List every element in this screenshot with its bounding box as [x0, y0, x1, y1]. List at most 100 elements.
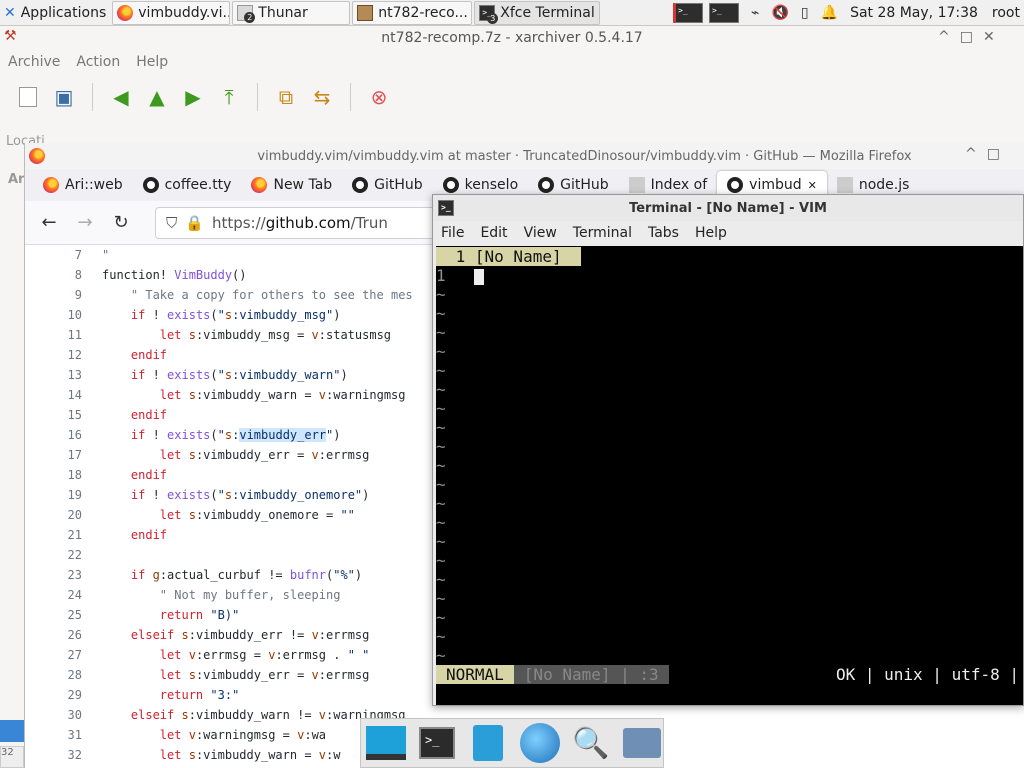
line-number[interactable]: 28 — [25, 668, 102, 682]
line-number[interactable]: 15 — [25, 408, 102, 422]
menu-help[interactable]: Help — [687, 225, 735, 241]
close-icon[interactable]: ✕ — [983, 29, 995, 45]
line-number[interactable]: 31 — [25, 728, 102, 742]
task-firefox[interactable]: vimbuddy.vi... — [112, 0, 231, 25]
menu-action[interactable]: Action — [68, 54, 128, 70]
url-bar[interactable]: ⛉ 🔒 https://github.com/Trun — [155, 206, 455, 239]
line-number[interactable]: 14 — [25, 388, 102, 402]
workspace-switcher[interactable] — [669, 1, 743, 25]
status-fragment: 32 — [0, 746, 24, 768]
line-number[interactable]: 9 — [25, 288, 102, 302]
vim-tilde-line: ~ — [436, 304, 446, 323]
desktop-icon[interactable] — [365, 721, 406, 765]
network-icon[interactable]: ⌁ — [751, 5, 759, 21]
task-thunar[interactable]: 2 Thunar — [232, 0, 351, 25]
file-manager-icon[interactable] — [468, 721, 509, 765]
folder-icon: 2 — [237, 4, 256, 23]
task-label: nt782-reco... — [378, 4, 468, 21]
line-number[interactable]: 18 — [25, 468, 102, 482]
window-title: vimbuddy.vim/vimbuddy.vim at master · Tr… — [257, 148, 912, 164]
line-number[interactable]: 26 — [25, 628, 102, 642]
new-archive-icon[interactable] — [10, 79, 46, 115]
task-terminal[interactable]: 3 Xfce Terminal — [474, 0, 601, 25]
battery-icon[interactable]: ▯ — [801, 5, 809, 21]
menu-file[interactable]: File — [433, 225, 472, 241]
browser-tab[interactable]: Ari::web — [33, 171, 133, 199]
vim-buffer[interactable]: 1 [No Name] 1 ~ ~ ~ ~ ~ ~ ~ ~ ~ ~ ~ ~ ~ ~ ~ ~ ~ ~ ~ ~ NORMA… — [436, 246, 1023, 705]
applications-menu[interactable]: ✕ Applications — [0, 1, 110, 25]
line-text: endif — [130, 528, 168, 542]
line-number[interactable]: 29 — [25, 688, 102, 702]
line-number[interactable]: 32 — [25, 748, 102, 762]
vim-tab[interactable]: 1 [No Name] — [436, 247, 582, 266]
minimize-icon[interactable]: ^ — [938, 29, 950, 45]
open-archive-icon[interactable]: ▣ — [46, 79, 82, 115]
web-browser-icon[interactable] — [519, 721, 560, 765]
clock[interactable]: Sat 28 May, 17:38 — [846, 1, 982, 25]
close-tab-icon[interactable]: ✕ — [808, 179, 817, 192]
url-path: /Trun — [350, 213, 388, 232]
vim-statusline: NORMAL [No Name] | :3 OK | unix | utf-8 … — [436, 664, 1023, 684]
firefox-icon — [117, 4, 134, 21]
line-number[interactable]: 12 — [25, 348, 102, 362]
maximize-icon[interactable]: □ — [987, 146, 1000, 162]
line-number[interactable]: 8 — [25, 268, 102, 282]
line-number[interactable]: 16 — [25, 428, 102, 442]
extract-icon[interactable]: ⇆ — [304, 79, 340, 115]
line-text: return "B)" — [159, 608, 240, 622]
menu-view[interactable]: View — [516, 225, 565, 241]
task-label: Thunar — [258, 4, 308, 21]
menu-help[interactable]: Help — [128, 54, 176, 70]
add-files-icon[interactable]: ⧉ — [268, 79, 304, 115]
maximize-icon[interactable]: □ — [960, 29, 973, 45]
line-number[interactable]: 23 — [25, 568, 102, 582]
search-icon[interactable]: 🔍 — [570, 721, 611, 765]
url-host: github.com — [265, 213, 351, 232]
line-number[interactable]: 19 — [25, 488, 102, 502]
browser-tab[interactable]: New Tab — [241, 171, 342, 199]
task-xarchiver[interactable]: nt782-reco... — [352, 0, 473, 25]
workspace-2-icon[interactable] — [709, 2, 740, 23]
line-number[interactable]: 10 — [25, 308, 102, 322]
line-number[interactable]: 25 — [25, 608, 102, 622]
selected-tree-item[interactable] — [0, 720, 24, 742]
menu-terminal[interactable]: Terminal — [565, 225, 640, 241]
line-number[interactable]: 30 — [25, 708, 102, 722]
volume-icon[interactable]: 🔇 — [771, 5, 788, 21]
vim-buffer-extra: | :3 — [620, 664, 659, 684]
menu-archive[interactable]: Archive — [0, 54, 68, 70]
menu-tabs[interactable]: Tabs — [640, 225, 687, 241]
line-number[interactable]: 22 — [25, 548, 102, 562]
back-arrow-icon[interactable]: ← — [33, 207, 65, 239]
xarchiver-toolbar: ▣ ◀ ▲ ▶ ⤒ ⧉ ⇆ ⊗ — [0, 74, 1024, 120]
menu-edit[interactable]: Edit — [472, 225, 515, 241]
lock-icon[interactable]: 🔒 — [185, 214, 204, 232]
home-icon[interactable]: ⤒ — [211, 79, 247, 115]
shield-icon[interactable]: ⛉ — [166, 214, 177, 232]
forward-arrow-icon[interactable]: → — [69, 207, 101, 239]
back-icon[interactable]: ◀ — [103, 79, 139, 115]
line-number[interactable]: 21 — [25, 528, 102, 542]
browser-tab[interactable]: GitHub — [342, 171, 433, 199]
line-number[interactable]: 13 — [25, 368, 102, 382]
notification-bell-icon[interactable]: 🔔 — [821, 5, 838, 21]
workspace-1-icon[interactable] — [673, 2, 704, 23]
forward-icon[interactable]: ▶ — [175, 79, 211, 115]
vim-tilde-line: ~ — [436, 532, 446, 551]
github-icon — [442, 177, 459, 193]
reload-icon[interactable]: ↻ — [105, 207, 137, 239]
line-number[interactable]: 7 — [25, 248, 102, 262]
up-icon[interactable]: ▲ — [139, 79, 175, 115]
line-number[interactable]: 17 — [25, 448, 102, 462]
vim-tabline: 1 [No Name] — [436, 247, 1023, 266]
line-number[interactable]: 24 — [25, 588, 102, 602]
stop-icon[interactable]: ⊗ — [361, 79, 397, 115]
folder-icon[interactable] — [622, 721, 663, 765]
line-number[interactable]: 27 — [25, 648, 102, 662]
line-number[interactable]: 11 — [25, 328, 102, 342]
minimize-icon[interactable]: ^ — [965, 146, 977, 162]
line-number[interactable]: 20 — [25, 508, 102, 522]
terminal-icon[interactable]: >_ — [416, 721, 457, 765]
browser-tab[interactable]: coffee.tty — [133, 171, 242, 199]
user-menu[interactable]: root — [982, 1, 1024, 25]
